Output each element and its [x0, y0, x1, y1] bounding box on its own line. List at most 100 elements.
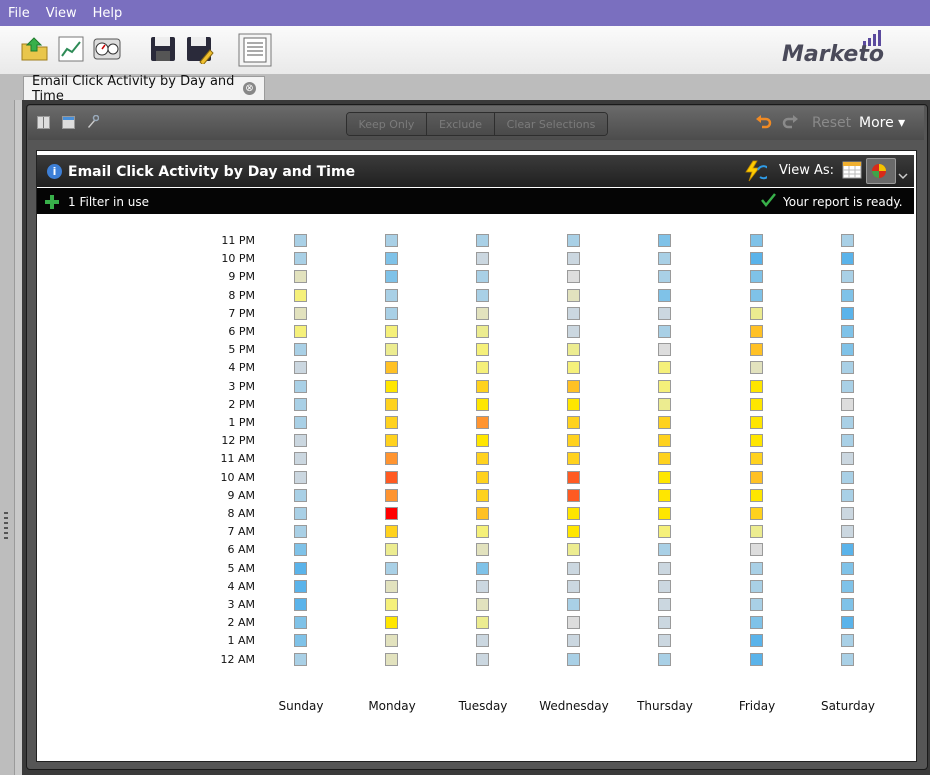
- reset-button[interactable]: Reset: [812, 115, 851, 131]
- heatmap-cell[interactable]: [294, 234, 307, 247]
- heatmap-cell[interactable]: [841, 652, 854, 666]
- heatmap-cell[interactable]: [567, 306, 580, 320]
- heatmap-cell[interactable]: [658, 270, 671, 284]
- chart-view-toggle[interactable]: [866, 158, 896, 184]
- heatmap-cell[interactable]: [658, 470, 671, 484]
- heatmap-cell[interactable]: [294, 579, 307, 593]
- splitter-grip-icon[interactable]: [4, 512, 8, 542]
- heatmap-cell[interactable]: [750, 525, 763, 539]
- heatmap-cell[interactable]: [658, 579, 671, 593]
- heatmap-cell[interactable]: [567, 252, 580, 266]
- keep-only-button[interactable]: Keep Only: [347, 113, 427, 135]
- heatmap-cell[interactable]: [385, 325, 398, 338]
- heatmap-cell[interactable]: [658, 561, 671, 575]
- heatmap-cell[interactable]: [841, 561, 854, 575]
- heatmap-cell[interactable]: [841, 361, 854, 375]
- heatmap-cell[interactable]: [841, 252, 854, 266]
- heatmap-cell[interactable]: [294, 616, 307, 630]
- heatmap-cell[interactable]: [750, 434, 763, 448]
- heatmap-cell[interactable]: [567, 488, 580, 502]
- heatmap-cell[interactable]: [841, 507, 854, 520]
- heatmap-cell[interactable]: [476, 361, 489, 375]
- dashboard-icon[interactable]: [92, 34, 122, 64]
- heatmap-cell[interactable]: [658, 488, 671, 502]
- heatmap-cell[interactable]: [385, 397, 398, 411]
- heatmap-cell[interactable]: [750, 306, 763, 320]
- heatmap-cell[interactable]: [658, 634, 671, 648]
- heatmap-cell[interactable]: [476, 488, 489, 502]
- menu-help[interactable]: Help: [85, 6, 131, 21]
- heatmap-cell[interactable]: [567, 270, 580, 284]
- heatmap-cell[interactable]: [658, 416, 671, 429]
- left-splitter[interactable]: [0, 100, 15, 775]
- heatmap-cell[interactable]: [385, 616, 398, 630]
- heatmap-cell[interactable]: [385, 270, 398, 284]
- heatmap-cell[interactable]: [750, 507, 763, 520]
- heatmap-cell[interactable]: [294, 434, 307, 448]
- heatmap-cell[interactable]: [567, 434, 580, 448]
- heatmap-cell[interactable]: [750, 488, 763, 502]
- heatmap-cell[interactable]: [841, 379, 854, 393]
- heatmap-cell[interactable]: [294, 270, 307, 284]
- heatmap-cell[interactable]: [294, 488, 307, 502]
- heatmap-cell[interactable]: [385, 306, 398, 320]
- heatmap-cell[interactable]: [385, 452, 398, 466]
- heatmap-cell[interactable]: [658, 252, 671, 266]
- heatmap-cell[interactable]: [750, 416, 763, 429]
- heatmap-cell[interactable]: [476, 288, 489, 302]
- heatmap-cell[interactable]: [385, 470, 398, 484]
- heatmap-cell[interactable]: [294, 561, 307, 575]
- chart-report-icon[interactable]: [56, 34, 86, 64]
- heatmap-cell[interactable]: [567, 234, 580, 247]
- chevron-down-icon[interactable]: [898, 172, 908, 180]
- heatmap-cell[interactable]: [567, 470, 580, 484]
- heatmap-cell[interactable]: [750, 652, 763, 666]
- heatmap-cell[interactable]: [841, 598, 854, 611]
- heatmap-cell[interactable]: [567, 361, 580, 375]
- heatmap-cell[interactable]: [658, 397, 671, 411]
- heatmap-cell[interactable]: [841, 634, 854, 648]
- heatmap-cell[interactable]: [841, 543, 854, 557]
- heatmap-cell[interactable]: [750, 361, 763, 375]
- heatmap-cell[interactable]: [841, 525, 854, 539]
- report-list-icon[interactable]: [238, 33, 272, 67]
- heatmap-cell[interactable]: [476, 616, 489, 630]
- redo-icon[interactable]: [782, 115, 798, 129]
- heatmap-cell[interactable]: [294, 452, 307, 466]
- heatmap-cell[interactable]: [750, 252, 763, 266]
- heatmap-cell[interactable]: [567, 616, 580, 630]
- heatmap-cell[interactable]: [294, 306, 307, 320]
- heatmap-cell[interactable]: [476, 234, 489, 247]
- info-icon[interactable]: i: [47, 164, 62, 179]
- heatmap-cell[interactable]: [841, 434, 854, 448]
- heatmap-cell[interactable]: [841, 470, 854, 484]
- heatmap-cell[interactable]: [750, 634, 763, 648]
- heatmap-cell[interactable]: [658, 616, 671, 630]
- heatmap-cell[interactable]: [750, 288, 763, 302]
- heatmap-cell[interactable]: [294, 343, 307, 357]
- heatmap-cell[interactable]: [567, 561, 580, 575]
- heatmap-cell[interactable]: [385, 525, 398, 539]
- undo-icon[interactable]: [756, 115, 772, 129]
- heatmap-cell[interactable]: [385, 634, 398, 648]
- heatmap-cell[interactable]: [385, 416, 398, 429]
- heatmap-cell[interactable]: [750, 397, 763, 411]
- heatmap-cell[interactable]: [476, 652, 489, 666]
- heatmap-cell[interactable]: [567, 452, 580, 466]
- heatmap-cell[interactable]: [476, 598, 489, 611]
- heatmap-cell[interactable]: [658, 525, 671, 539]
- heatmap-cell[interactable]: [476, 561, 489, 575]
- heatmap-cell[interactable]: [658, 379, 671, 393]
- save-icon[interactable]: [148, 34, 178, 64]
- heatmap-cell[interactable]: [476, 325, 489, 338]
- heatmap-cell[interactable]: [658, 306, 671, 320]
- heatmap-cell[interactable]: [294, 288, 307, 302]
- heatmap-cell[interactable]: [476, 252, 489, 266]
- exclude-button[interactable]: Exclude: [427, 113, 495, 135]
- tab-email-click-activity[interactable]: Email Click Activity by Day and Time ⊗: [23, 74, 265, 104]
- heatmap-cell[interactable]: [841, 306, 854, 320]
- heatmap-cell[interactable]: [476, 543, 489, 557]
- heatmap-cell[interactable]: [750, 470, 763, 484]
- heatmap-cell[interactable]: [476, 452, 489, 466]
- heatmap-cell[interactable]: [476, 507, 489, 520]
